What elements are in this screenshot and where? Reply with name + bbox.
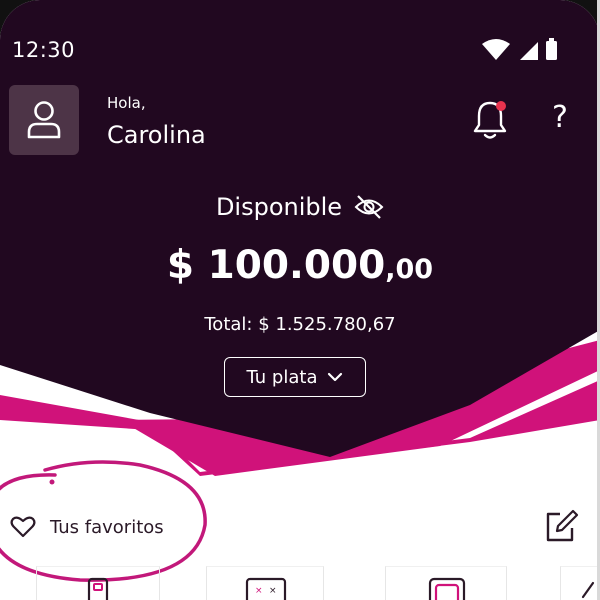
phone-icon xyxy=(87,577,109,600)
shortcut-card[interactable] xyxy=(560,566,600,600)
shortcut-card[interactable] xyxy=(385,566,507,600)
edit-icon xyxy=(546,509,579,542)
shortcut-card[interactable] xyxy=(36,566,160,600)
account-selector[interactable]: Tu plata xyxy=(224,357,366,397)
available-row: Disponible xyxy=(0,190,600,224)
balance-main: $ 100.000 xyxy=(166,243,386,288)
wifi-icon xyxy=(482,39,510,60)
balance-amount: $ 100.000,00 xyxy=(0,243,600,288)
help-icon: ? xyxy=(552,100,568,135)
edit-favorites-button[interactable] xyxy=(540,506,580,546)
notifications-button[interactable] xyxy=(470,98,512,142)
calculator-icon: × × xyxy=(245,577,287,600)
status-icons xyxy=(482,38,557,60)
balance-cents: ,00 xyxy=(385,254,434,285)
avatar[interactable] xyxy=(9,85,79,155)
signal-icon xyxy=(520,42,538,60)
shortcut-card[interactable]: × × xyxy=(206,566,324,600)
favorites-label: Tus favoritos xyxy=(50,516,164,538)
account-selector-label: Tu plata xyxy=(246,366,318,388)
notification-dot xyxy=(496,101,506,111)
svg-text:×: × xyxy=(255,586,263,596)
available-label: Disponible xyxy=(215,193,343,221)
favorites-header[interactable]: Tus favoritos xyxy=(10,512,164,542)
help-button[interactable]: ? xyxy=(540,96,580,140)
status-bar: 12:30 xyxy=(0,0,600,80)
eye-slash-icon[interactable] xyxy=(354,194,384,220)
chevron-down-icon xyxy=(328,372,343,382)
user-name: Carolina xyxy=(107,121,206,149)
wallet-icon xyxy=(428,577,466,600)
phone-screen: 12:30 Hola, Carolina ? Disponible $ 100.… xyxy=(0,0,600,600)
favorites-shortcuts: × × xyxy=(0,566,600,600)
bell-icon xyxy=(473,101,507,139)
total-balance: Total: $ 1.525.780,67 xyxy=(204,314,396,335)
greeting: Hola, xyxy=(107,94,146,112)
user-icon xyxy=(27,101,61,139)
svg-text:×: × xyxy=(269,586,277,596)
heart-icon xyxy=(10,516,36,538)
status-time: 12:30 xyxy=(12,38,76,62)
app-screen: 12:30 Hola, Carolina ? Disponible $ 100.… xyxy=(0,0,600,600)
battery-icon xyxy=(546,38,557,60)
